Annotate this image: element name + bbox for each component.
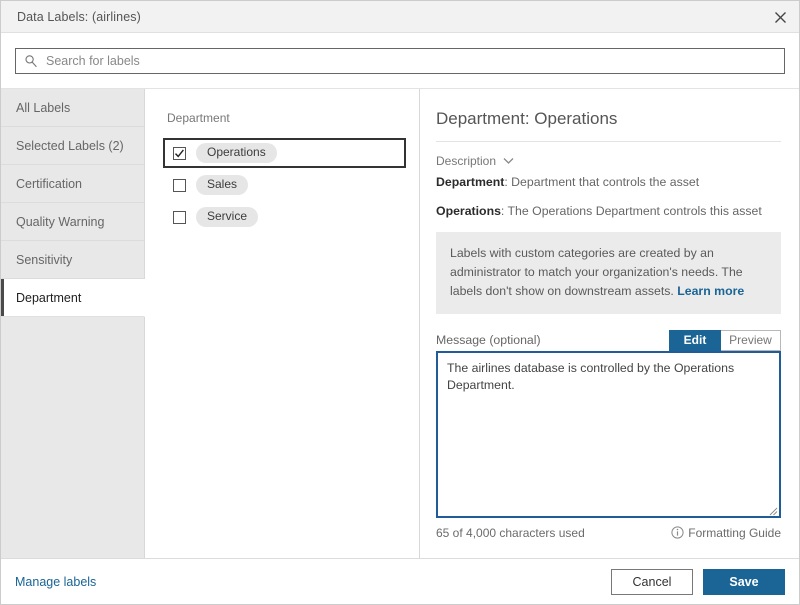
data-labels-dialog: Data Labels: (airlines) All Labels Selec… — [0, 0, 800, 605]
label-list-column: Department Operations Sales Service — [145, 89, 420, 558]
sidebar-item-certification[interactable]: Certification — [1, 165, 144, 203]
label-option-label: Operations — [196, 143, 277, 163]
sidebar-item-quality-warning[interactable]: Quality Warning — [1, 203, 144, 241]
description-term: Operations — [436, 204, 501, 218]
sidebar-item-all-labels[interactable]: All Labels — [1, 89, 144, 127]
sidebar-item-label: Quality Warning — [16, 215, 104, 229]
description-text: : The Operations Department controls thi… — [501, 204, 762, 218]
dialog-body: All Labels Selected Labels (2) Certifica… — [1, 88, 799, 558]
tab-preview[interactable]: Preview — [721, 330, 781, 351]
label-option-service[interactable]: Service — [163, 202, 406, 232]
search-icon — [24, 54, 38, 68]
category-sidebar: All Labels Selected Labels (2) Certifica… — [1, 89, 145, 558]
label-option-operations[interactable]: Operations — [163, 138, 406, 168]
dialog-titlebar: Data Labels: (airlines) — [1, 1, 799, 33]
close-icon[interactable] — [767, 5, 793, 29]
sidebar-item-label: All Labels — [16, 101, 70, 115]
description-toggle-label: Description — [436, 154, 496, 168]
formatting-guide-label: Formatting Guide — [688, 526, 781, 540]
description-toggle[interactable]: Description — [436, 154, 514, 168]
checkbox-icon[interactable] — [173, 211, 186, 224]
list-heading: Department — [167, 111, 403, 125]
message-header: Message (optional) Edit Preview — [436, 330, 781, 351]
custom-category-note: Labels with custom categories are create… — [436, 232, 781, 314]
detail-divider — [436, 141, 781, 142]
sidebar-item-selected-labels[interactable]: Selected Labels (2) — [1, 127, 144, 165]
sidebar-item-label: Selected Labels (2) — [16, 139, 124, 153]
checkbox-checked-icon[interactable] — [173, 147, 186, 160]
description-line-operations: Operations: The Operations Department co… — [436, 203, 781, 221]
sidebar-item-label: Department — [16, 291, 81, 305]
info-icon — [671, 526, 684, 539]
sidebar-item-department[interactable]: Department — [1, 279, 145, 317]
cancel-button[interactable]: Cancel — [611, 569, 693, 595]
save-button[interactable]: Save — [703, 569, 785, 595]
search-bar — [1, 33, 799, 88]
detail-title: Department: Operations — [436, 107, 781, 129]
checkbox-icon[interactable] — [173, 179, 186, 192]
learn-more-link[interactable]: Learn more — [677, 284, 744, 298]
label-option-label: Sales — [196, 175, 248, 195]
sidebar-item-label: Certification — [16, 177, 82, 191]
label-option-label: Service — [196, 207, 258, 227]
search-input[interactable] — [46, 54, 776, 68]
message-input[interactable] — [436, 351, 781, 518]
dialog-title: Data Labels: (airlines) — [17, 10, 141, 24]
description-term: Department — [436, 175, 504, 189]
description-line-department: Department: Department that controls the… — [436, 174, 781, 192]
sidebar-item-sensitivity[interactable]: Sensitivity — [1, 241, 144, 279]
label-detail-panel: Department: Operations Description Depar… — [420, 89, 799, 558]
search-box[interactable] — [15, 48, 785, 74]
label-option-sales[interactable]: Sales — [163, 170, 406, 200]
message-area-wrapper — [436, 351, 781, 518]
formatting-guide-link[interactable]: Formatting Guide — [671, 526, 781, 540]
message-footer: 65 of 4,000 characters used Formatting G… — [436, 526, 781, 540]
manage-labels-link[interactable]: Manage labels — [15, 575, 96, 589]
sidebar-item-label: Sensitivity — [16, 253, 72, 267]
message-label: Message (optional) — [436, 333, 541, 351]
message-mode-toggle: Edit Preview — [669, 330, 781, 351]
dialog-footer: Manage labels Cancel Save — [1, 558, 799, 604]
character-count: 65 of 4,000 characters used — [436, 526, 585, 540]
tab-edit[interactable]: Edit — [669, 330, 721, 351]
chevron-down-icon — [503, 157, 514, 165]
description-text: : Department that controls the asset — [504, 175, 699, 189]
sidebar-filler — [1, 317, 144, 558]
